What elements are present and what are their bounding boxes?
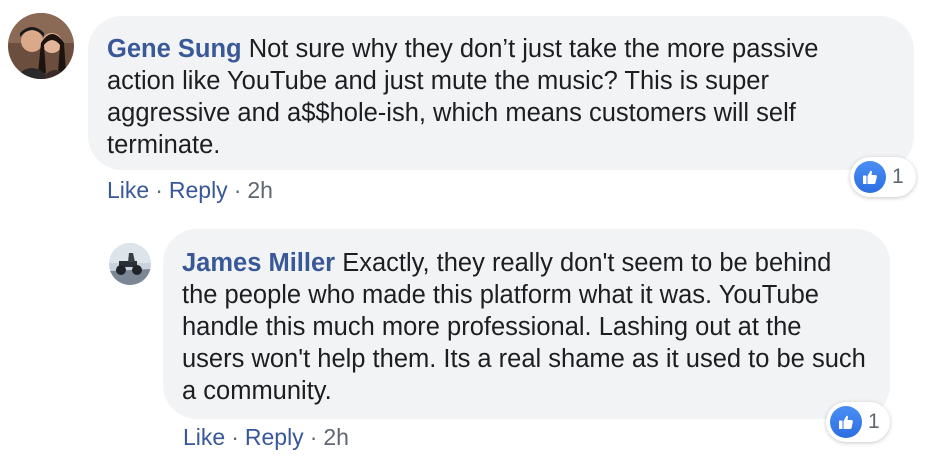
reaction-count: 1 xyxy=(868,410,880,433)
separator: · xyxy=(155,177,163,203)
thumbs-up-icon xyxy=(830,406,862,438)
reaction-count: 1 xyxy=(892,165,904,188)
comment-bubble: Gene Sung Not sure why they don’t just t… xyxy=(88,16,914,170)
comment-author[interactable]: Gene Sung xyxy=(107,35,242,63)
comment-actions: Like · Reply · 2h xyxy=(107,176,273,204)
timestamp[interactable]: 2h xyxy=(247,177,273,203)
profile-photo-icon xyxy=(8,13,74,79)
avatar-james-miller[interactable] xyxy=(109,243,151,285)
profile-photo-icon xyxy=(109,243,151,285)
comment-author[interactable]: James Miller xyxy=(182,249,335,277)
separator: · xyxy=(231,424,239,450)
separator: · xyxy=(309,424,318,450)
reply-button[interactable]: Reply xyxy=(169,177,228,203)
avatar-gene-sung[interactable] xyxy=(8,13,74,79)
reaction-summary[interactable]: 1 xyxy=(826,402,890,442)
separator: · xyxy=(233,177,242,203)
thumbs-up-icon xyxy=(854,161,886,193)
reply-bubble: James Miller Exactly, they really don't … xyxy=(163,229,890,419)
timestamp[interactable]: 2h xyxy=(323,424,349,450)
reaction-summary[interactable]: 1 xyxy=(850,157,916,197)
like-button[interactable]: Like xyxy=(107,177,149,203)
like-button[interactable]: Like xyxy=(183,424,225,450)
comment-actions: Like · Reply · 2h xyxy=(183,423,349,451)
reply-button[interactable]: Reply xyxy=(245,424,304,450)
